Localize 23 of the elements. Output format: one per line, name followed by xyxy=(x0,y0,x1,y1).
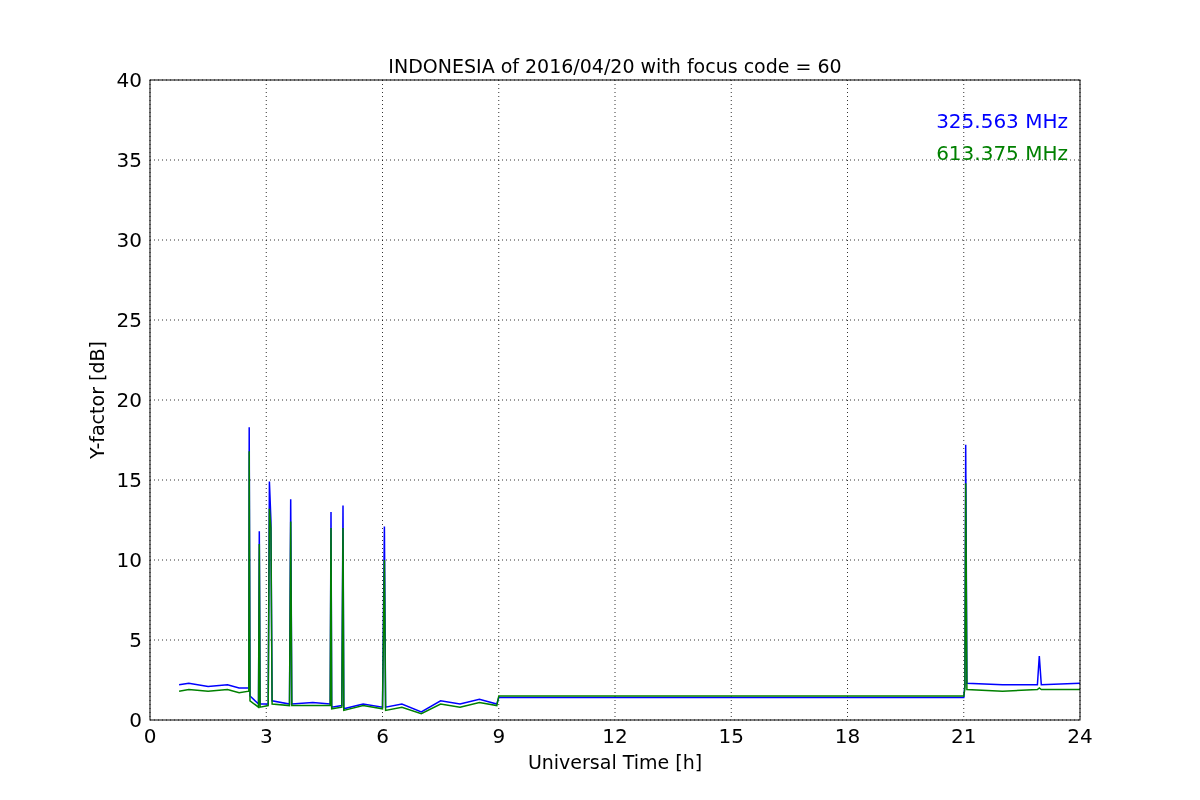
y-tick-label: 15 xyxy=(116,468,142,492)
x-tick-label: 12 xyxy=(602,724,628,748)
y-axis-label: Y-factor [dB] xyxy=(86,341,108,459)
chart-title: INDONESIA of 2016/04/20 with focus code = 60 xyxy=(388,55,842,77)
y-tick-label: 40 xyxy=(116,68,142,92)
x-tick-label: 9 xyxy=(492,724,506,748)
legend-label: 613.375 MHz xyxy=(936,141,1068,165)
x-tick-label: 0 xyxy=(143,724,157,748)
x-tick-label: 15 xyxy=(718,724,744,748)
y-tick-label: 20 xyxy=(116,388,142,412)
y-tick-label: 25 xyxy=(116,308,142,332)
x-axis-label: Universal Time [h] xyxy=(527,751,703,773)
y-tick-label: 35 xyxy=(116,148,142,172)
y-tick-label: 5 xyxy=(129,628,142,652)
x-tick-label: 21 xyxy=(951,724,977,748)
y-tick-label: 30 xyxy=(116,228,142,252)
x-tick-label: 18 xyxy=(834,724,861,748)
x-tick-label: 6 xyxy=(376,724,389,748)
y-tick-label: 10 xyxy=(116,548,142,572)
x-tick-label: 3 xyxy=(259,724,273,748)
x-tick-label: 24 xyxy=(1067,724,1093,748)
y-tick-label: 0 xyxy=(129,708,142,732)
legend-label: 325.563 MHz xyxy=(936,109,1068,133)
